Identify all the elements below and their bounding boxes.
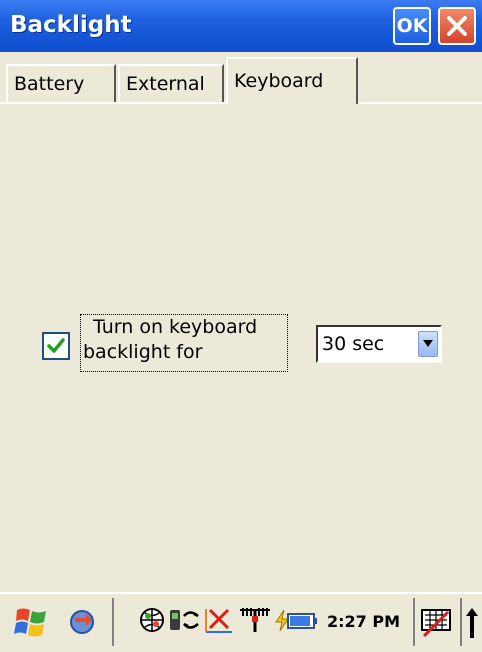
chevron-down-icon: [423, 340, 433, 347]
taskbar-divider: [112, 598, 114, 646]
checkmark-icon: [47, 338, 65, 353]
windows-start-icon[interactable]: [14, 604, 50, 640]
close-icon: [447, 16, 467, 36]
keyboard-backlight-label[interactable]: Turn on keyboard backlight for: [80, 314, 288, 372]
dropdown-arrow-button[interactable]: [418, 331, 438, 357]
keyboard-input-icon[interactable]: [420, 606, 454, 640]
tab-divider-right: [356, 102, 482, 104]
tab-external[interactable]: External: [118, 64, 224, 102]
tab-divider-left: [0, 102, 228, 104]
close-button[interactable]: [438, 7, 476, 45]
timeout-select[interactable]: 30 sec: [316, 325, 442, 363]
network-globe-icon[interactable]: [138, 606, 166, 634]
ok-button[interactable]: OK: [393, 7, 431, 45]
battery-icon[interactable]: [274, 606, 318, 634]
checkbox-label-line2: backlight for: [83, 341, 203, 363]
tab-battery[interactable]: Battery: [6, 64, 116, 102]
disconnected-icon[interactable]: [204, 606, 234, 634]
taskbar-divider: [413, 598, 415, 646]
checkbox-label-line1: Turn on keyboard: [93, 316, 258, 338]
timeout-value: 30 sec: [322, 333, 385, 355]
tab-keyboard[interactable]: Keyboard: [226, 57, 358, 104]
up-arrow-icon[interactable]: [464, 606, 480, 640]
clock[interactable]: 2:27 PM: [327, 612, 400, 631]
signal-antenna-icon[interactable]: [238, 606, 272, 634]
window-title: Backlight: [10, 12, 132, 38]
sync-icon[interactable]: [168, 606, 204, 634]
keyboard-backlight-checkbox[interactable]: [42, 332, 70, 360]
taskbar-divider: [460, 598, 462, 646]
connectivity-icon[interactable]: [66, 606, 98, 638]
